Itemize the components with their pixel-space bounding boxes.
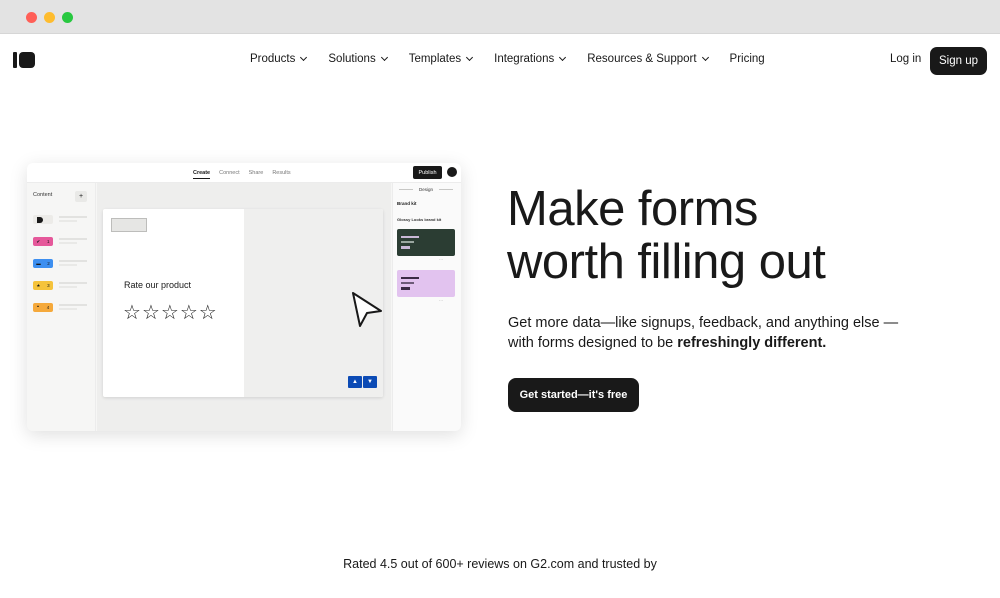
nav-item-integrations[interactable]: Integrations: [494, 53, 567, 65]
main-menu: Products Solutions Templates Integration…: [250, 53, 765, 65]
signup-button[interactable]: Sign up: [930, 47, 987, 75]
nav-item-resources-support[interactable]: Resources & Support: [587, 53, 709, 65]
more-icon: ···: [439, 257, 443, 262]
nav-item-templates[interactable]: Templates: [408, 53, 474, 65]
star-icon: ☆: [141, 302, 160, 324]
question-item: ✔ 1: [33, 237, 91, 247]
question-item: ▬ 2: [33, 259, 91, 269]
nav-item-label: Pricing: [729, 53, 765, 65]
mockup-tab-results: Results: [272, 170, 291, 176]
star-icon: ☆: [160, 302, 179, 324]
star-icon: ★ 3: [33, 281, 53, 290]
question-text: Rate our product: [124, 280, 192, 290]
nav-item-label: Products: [250, 53, 296, 65]
hero-subtitle: Get more data—like signups, feedback, an…: [508, 313, 908, 353]
headline-line: Make forms: [507, 182, 758, 236]
logo-block: [19, 52, 35, 68]
mockup-design-panel: Design Brand kit Glossy Looks brand kit …: [392, 183, 461, 431]
chevron-down-icon: [701, 53, 709, 62]
hero-headline: Make forms worth filling out: [507, 182, 826, 289]
nav-item-products[interactable]: Products: [250, 53, 308, 65]
theme-card: [397, 229, 455, 256]
chevron-down-icon: [300, 53, 308, 62]
minimize-window-dot[interactable]: [44, 12, 55, 23]
product-mockup: Create Connect Share Results Publish Con…: [27, 163, 461, 431]
chevron-down-icon: ▼: [363, 376, 377, 388]
welcome-icon: [33, 215, 53, 224]
browser-chrome: [0, 0, 1000, 34]
brand-kit-label: Brand kit: [397, 201, 417, 206]
top-nav: Products Solutions Templates Integration…: [0, 34, 1000, 86]
rating-text: Rated 4.5 out of 600+ reviews on G2.com …: [343, 557, 657, 571]
form-preview-card: Rate our product ☆ ☆ ☆ ☆ ☆ ▲ ▼: [103, 209, 383, 397]
content-label: Content: [33, 192, 53, 198]
question-item: ★ 3: [33, 281, 91, 291]
theme-card: [397, 270, 455, 297]
nav-item-label: Templates: [408, 53, 462, 65]
question-item: ❝ 4: [33, 303, 91, 313]
star-rating: ☆ ☆ ☆ ☆ ☆: [123, 303, 217, 323]
check-icon: ✔ 1: [33, 237, 53, 246]
star-icon: ☆: [198, 302, 217, 324]
short-text-icon: ▬ 2: [33, 259, 53, 268]
mockup-tab-connect: Connect: [219, 170, 240, 176]
nav-item-pricing[interactable]: Pricing: [730, 53, 765, 65]
typeform-logo[interactable]: [13, 52, 35, 68]
chevron-down-icon: [466, 53, 474, 62]
logo-placeholder: [111, 218, 147, 232]
chevron-down-icon: [559, 53, 567, 62]
maximize-window-dot[interactable]: [62, 12, 73, 23]
mockup-tab-share: Share: [248, 170, 264, 176]
mockup-tab-create: Create: [193, 170, 211, 179]
subtitle-emphasis: refreshingly different.: [677, 335, 827, 351]
quote-icon: ❝ 4: [33, 303, 53, 312]
chevron-up-icon: ▲: [348, 376, 362, 388]
login-link[interactable]: Log in: [890, 53, 921, 65]
logo-bar: [13, 52, 17, 68]
more-icon: ···: [439, 298, 443, 303]
nav-item-label: Integrations: [494, 53, 555, 65]
close-window-dot[interactable]: [26, 12, 37, 23]
cursor-arrow-icon: [352, 292, 382, 327]
nav-item-label: Resources & Support: [587, 53, 697, 65]
mockup-canvas: Rate our product ☆ ☆ ☆ ☆ ☆ ▲ ▼: [97, 183, 391, 431]
brand-kit-name: Glossy Looks brand kit: [397, 217, 442, 222]
star-icon: ☆: [123, 302, 141, 324]
nav-item-solutions[interactable]: Solutions: [328, 53, 388, 65]
form-nav-buttons: ▲ ▼: [348, 376, 377, 388]
nav-item-label: Solutions: [328, 53, 376, 65]
get-started-button[interactable]: Get started—it's free: [508, 378, 639, 412]
mockup-publish-button: Publish: [413, 166, 442, 179]
mockup-tabs: Create Connect Share Results: [193, 170, 291, 179]
avatar: [447, 167, 457, 177]
add-question-icon: +: [75, 191, 87, 202]
star-icon: ☆: [179, 302, 198, 324]
chevron-down-icon: [380, 53, 388, 62]
design-tab: Design: [419, 187, 434, 192]
mockup-content-sidebar: Content + ✔ 1 ▬ 2 ★ 3 ❝ 4: [27, 183, 96, 431]
question-item: [33, 215, 91, 225]
mockup-toolbar: Create Connect Share Results Publish: [27, 163, 461, 183]
headline-line: worth filling out: [507, 235, 826, 289]
